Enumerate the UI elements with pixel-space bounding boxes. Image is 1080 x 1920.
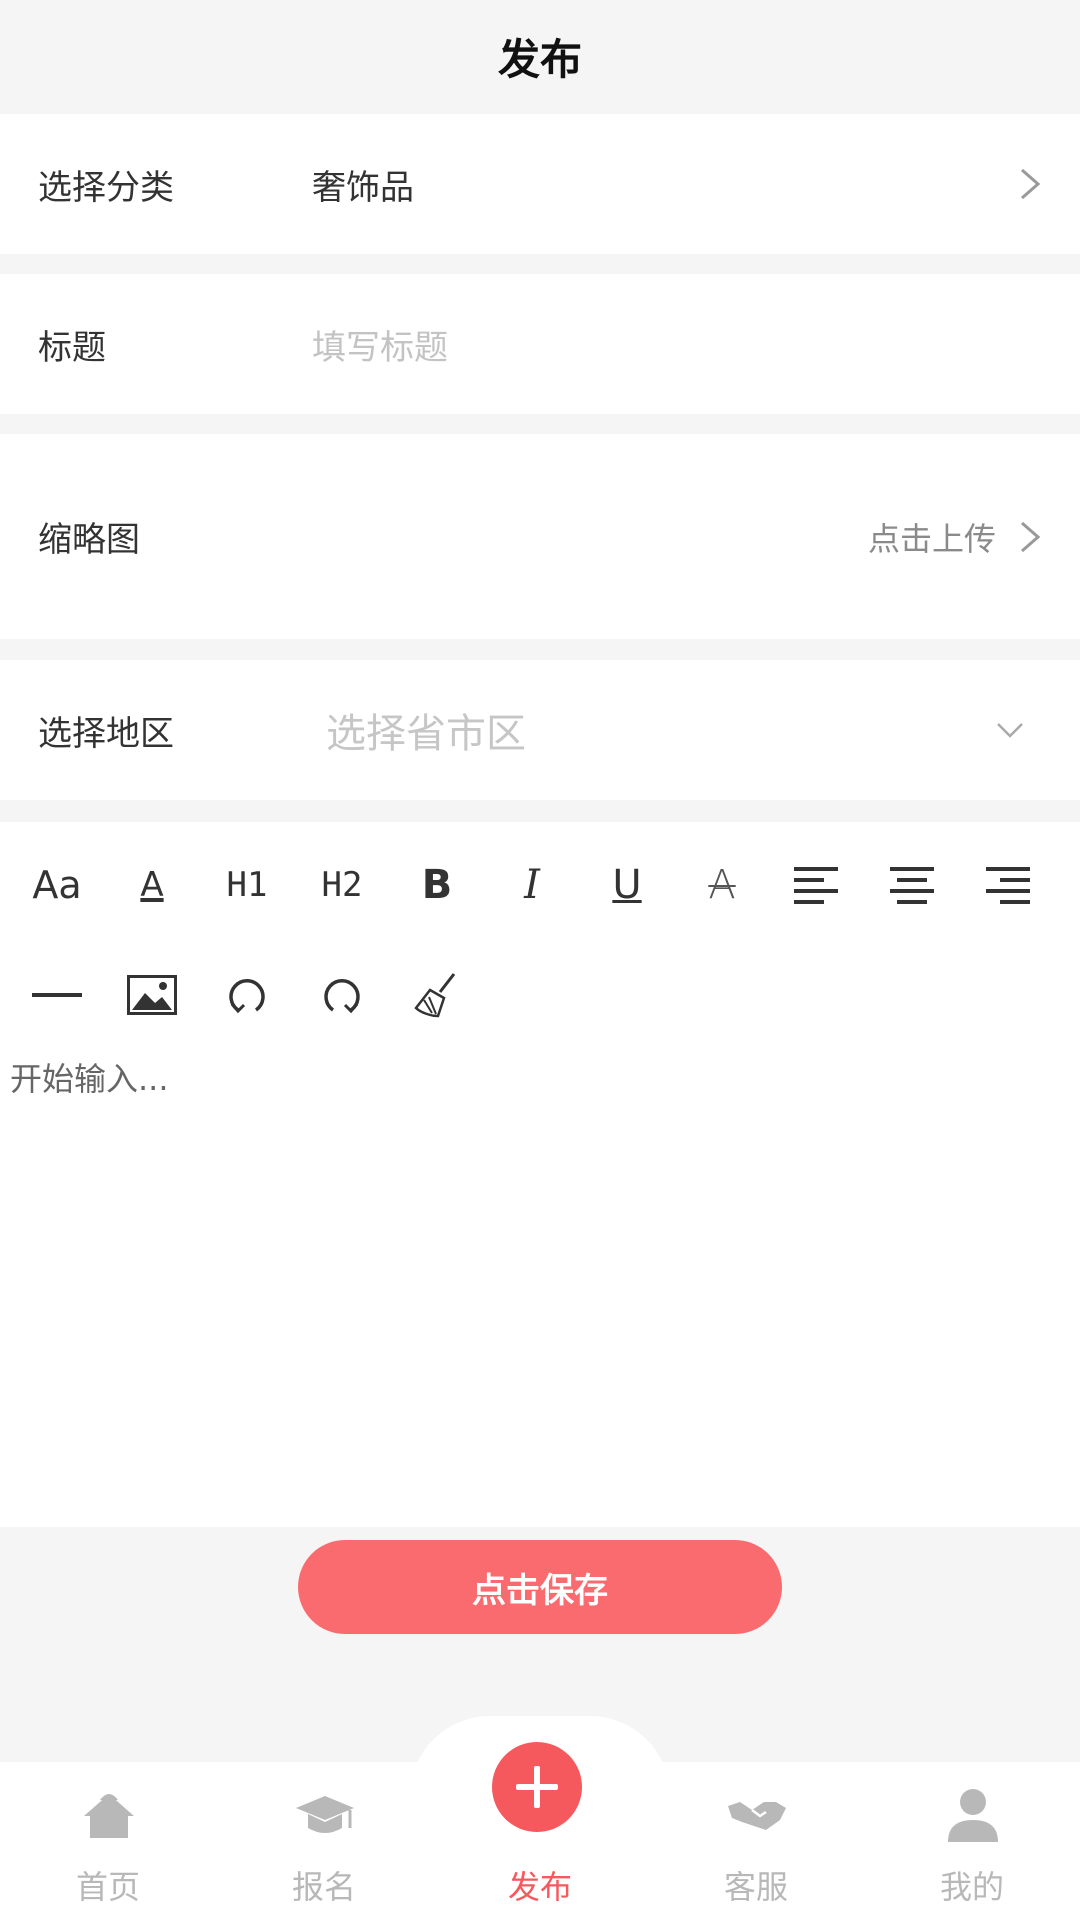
tab-label: 首页 [75,1868,140,1906]
thumbnail-label: 缩略图 [38,520,140,560]
tab-service[interactable]: 客服 [648,1762,864,1920]
home-icon [84,1794,134,1838]
category-label: 选择分类 [38,167,174,208]
plus-icon [516,1766,558,1808]
align-right-icon[interactable] [972,850,1042,920]
tab-signup[interactable]: 报名 [216,1762,432,1920]
align-left-icon[interactable] [782,850,852,920]
region-label: 选择地区 [38,713,174,754]
rich-text-editor[interactable]: Aa A H1 H2 B I U A 开始输入... [0,822,1080,1527]
category-row[interactable]: 选择分类 奢饰品 [0,114,1080,254]
category-value: 奢饰品 [312,167,414,208]
font-color-icon[interactable]: A [117,850,187,920]
tab-label: 发布 [507,1868,572,1906]
save-button[interactable]: 点击保存 [298,1540,782,1634]
chevron-down-icon [997,723,1023,738]
chevron-right-icon [1021,168,1041,200]
editor-toolbar-secondary [0,950,1080,1040]
tab-profile[interactable]: 我的 [864,1762,1080,1920]
strikethrough-icon[interactable]: A [687,850,757,920]
title-input[interactable]: 填写标题 [312,320,448,369]
handshake-icon [728,1802,786,1830]
page-title: 发布 [497,34,582,84]
horizontal-rule-icon[interactable] [22,960,92,1030]
user-icon [948,1789,998,1842]
title-label: 标题 [38,327,106,368]
editor-toolbar: Aa A H1 H2 B I U A [0,840,1080,930]
bold-icon[interactable]: B [402,850,472,920]
editor-input[interactable]: 开始输入... [10,1054,169,1100]
italic-icon[interactable]: I [497,850,567,920]
heading-2-icon[interactable]: H2 [307,850,377,920]
title-row[interactable]: 标题 填写标题 [0,274,1080,414]
page-header: 发布 [0,0,1080,112]
region-select[interactable]: 选择省市区 [326,701,526,759]
underline-icon[interactable]: U [592,850,662,920]
undo-icon[interactable] [212,960,282,1030]
align-center-icon[interactable] [877,850,947,920]
region-row[interactable]: 选择地区 选择省市区 [0,660,1080,800]
tab-label: 报名 [291,1868,356,1906]
clear-format-icon[interactable] [402,960,472,1030]
font-size-icon[interactable]: Aa [22,850,92,920]
graduation-cap-icon [296,1796,354,1833]
thumbnail-row[interactable]: 缩略图 点击上传 [0,434,1080,639]
tab-home[interactable]: 首页 [0,1762,216,1920]
publish-fab[interactable] [492,1742,582,1832]
image-icon[interactable] [117,960,187,1030]
upload-link[interactable]: 点击上传 [868,514,996,560]
tab-label: 我的 [939,1868,1004,1906]
heading-1-icon[interactable]: H1 [212,850,282,920]
tab-label: 客服 [723,1868,788,1906]
chevron-right-icon [1021,521,1041,552]
redo-icon[interactable] [307,960,377,1030]
